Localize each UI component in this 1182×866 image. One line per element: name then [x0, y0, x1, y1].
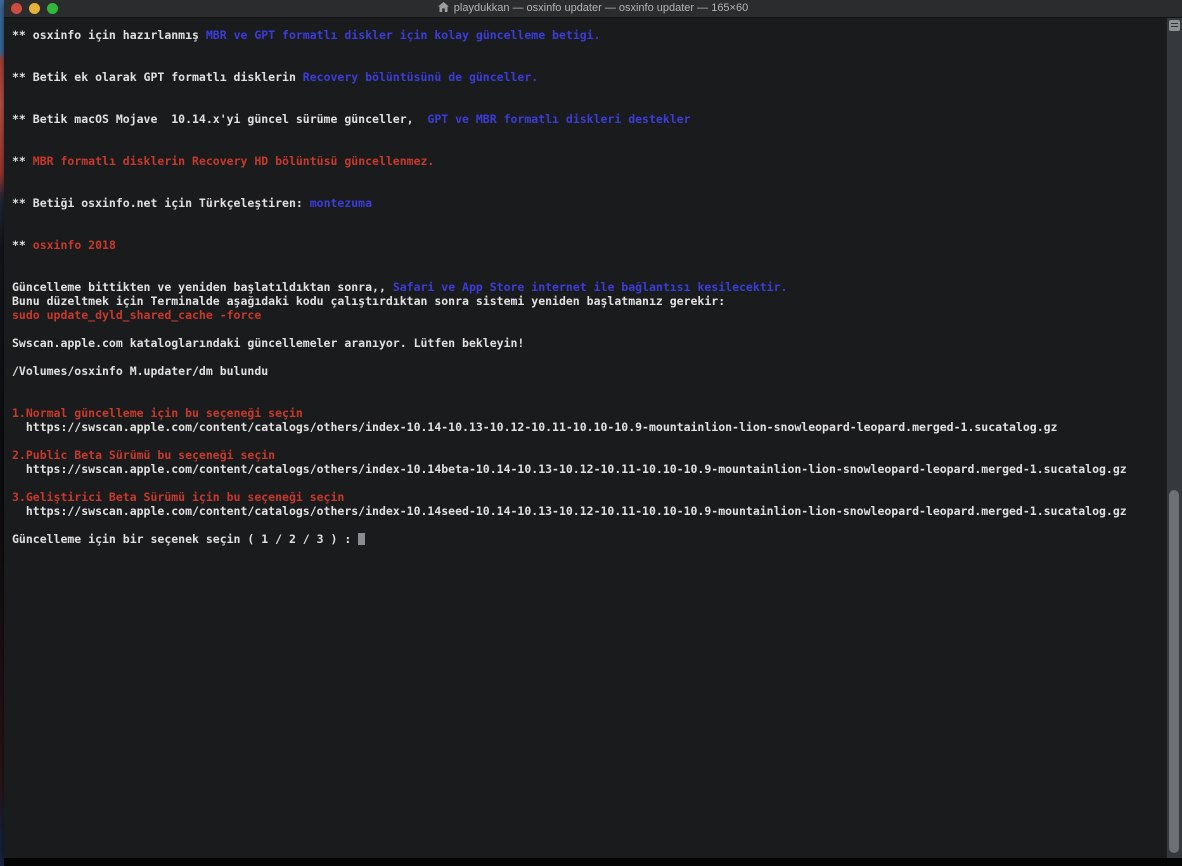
terminal-text-segment: Bunu düzeltmek için Terminalde aşağıdaki…	[12, 294, 725, 308]
terminal-text-segment: **	[12, 238, 33, 252]
terminal-row	[12, 126, 1167, 140]
window-controls	[11, 3, 58, 14]
terminal-row: ** MBR formatlı disklerin Recovery HD bö…	[12, 154, 1167, 168]
terminal-text-segment: sudo update_dyld_shared_cache -force	[12, 308, 261, 322]
terminal-row	[12, 140, 1167, 154]
terminal-row	[12, 266, 1167, 280]
terminal-row	[12, 98, 1167, 112]
terminal-row	[12, 210, 1167, 224]
terminal-row	[12, 56, 1167, 70]
title-bar[interactable]: playdukkan — osxinfo updater — osxinfo u…	[4, 0, 1182, 18]
terminal-row: ** Betik ek olarak GPT formatlı diskleri…	[12, 70, 1167, 84]
close-button[interactable]	[11, 3, 22, 14]
terminal-text-segment: ** Betiği osxinfo.net için Türkçeleştire…	[12, 196, 310, 210]
terminal-row: ** Betik macOS Mojave 10.14.x'yi güncel …	[12, 112, 1167, 126]
terminal-row: Bunu düzeltmek için Terminalde aşağıdaki…	[12, 294, 1167, 308]
terminal-row: /Volumes/osxinfo M.updater/dm bulundu	[12, 364, 1167, 378]
terminal-text-segment: Swscan.apple.com kataloglarındaki güncel…	[12, 336, 524, 350]
terminal-row	[12, 224, 1167, 238]
terminal-row: ** Betiği osxinfo.net için Türkçeleştire…	[12, 196, 1167, 210]
terminal-row: 1.Normal güncelleme için bu seçeneği seç…	[12, 406, 1167, 420]
terminal-row: ** osxinfo 2018	[12, 238, 1167, 252]
terminal-row: https://swscan.apple.com/content/catalog…	[12, 462, 1167, 476]
home-icon	[438, 1, 449, 17]
terminal-row: 3.Geliştirici Beta Sürümü için bu seçene…	[12, 490, 1167, 504]
terminal-output[interactable]: ** osxinfo için hazırlanmış MBR ve GPT f…	[4, 18, 1167, 858]
terminal-text-segment: https://swscan.apple.com/content/catalog…	[12, 462, 1127, 476]
zoom-button[interactable]	[47, 3, 58, 14]
terminal-row	[12, 392, 1167, 406]
terminal-text-segment: /Volumes/osxinfo M.updater/dm bulundu	[12, 364, 268, 378]
terminal-cursor	[358, 533, 365, 545]
terminal-text-segment: 3.Geliştirici Beta Sürümü için bu seçene…	[12, 490, 344, 504]
terminal-text-segment: https://swscan.apple.com/content/catalog…	[12, 420, 1057, 434]
terminal-row	[12, 252, 1167, 266]
terminal-text-segment: Safari ve App Store internet ile bağlant…	[393, 280, 788, 294]
terminal-text-segment: Güncelleme bittikten ve yeniden başlatıl…	[12, 280, 393, 294]
terminal-text-segment: ** Betik ek olarak GPT formatlı diskleri…	[12, 70, 303, 84]
terminal-row: ** osxinfo için hazırlanmış MBR ve GPT f…	[12, 28, 1167, 42]
terminal-row	[12, 434, 1167, 448]
terminal-text-segment: Güncelleme için bir seçenek seçin ( 1 / …	[12, 532, 358, 546]
terminal-text-segment: MBR formatlı disklerin Recovery HD bölün…	[33, 154, 435, 168]
scrollbar-track[interactable]	[1166, 18, 1182, 858]
terminal-text-segment: MBR ve GPT formatlı diskler için kolay g…	[206, 28, 601, 42]
terminal-row: sudo update_dyld_shared_cache -force	[12, 308, 1167, 322]
terminal-row: Swscan.apple.com kataloglarındaki güncel…	[12, 336, 1167, 350]
terminal-text-segment: **	[12, 154, 33, 168]
terminal-row	[12, 350, 1167, 364]
terminal-text-segment: https://swscan.apple.com/content/catalog…	[12, 504, 1127, 518]
terminal-row	[12, 378, 1167, 392]
terminal-row: 2.Public Beta Sürümü bu seçeneği seçin	[12, 448, 1167, 462]
terminal-row	[12, 518, 1167, 532]
scrollbar-thumb[interactable]	[1169, 490, 1179, 853]
terminal-text-segment: 1.Normal güncelleme için bu seçeneği seç…	[12, 406, 303, 420]
window-title: playdukkan — osxinfo updater — osxinfo u…	[64, 0, 1122, 17]
terminal-text-segment: ** Betik macOS Mojave 10.14.x'yi güncel …	[12, 112, 427, 126]
terminal-row	[12, 476, 1167, 490]
terminal-row	[12, 42, 1167, 56]
terminal-row	[12, 168, 1167, 182]
terminal-text-segment: 2.Public Beta Sürümü bu seçeneği seçin	[12, 448, 275, 462]
terminal-row: https://swscan.apple.com/content/catalog…	[12, 504, 1167, 518]
terminal-row: Güncelleme bittikten ve yeniden başlatıl…	[12, 280, 1167, 294]
minimize-button[interactable]	[29, 3, 40, 14]
split-pane-icon[interactable]	[1169, 20, 1180, 31]
terminal-text-segment: GPT ve MBR formatlı diskleri destekler	[427, 112, 690, 126]
terminal-row	[12, 84, 1167, 98]
terminal-text-segment: osxinfo 2018	[33, 238, 116, 252]
terminal-window: playdukkan — osxinfo updater — osxinfo u…	[4, 0, 1182, 858]
terminal-row: https://swscan.apple.com/content/catalog…	[12, 420, 1167, 434]
terminal-text-segment: Recovery bölüntüsünü de günceller.	[303, 70, 538, 84]
terminal-text-segment: ** osxinfo için hazırlanmış	[12, 28, 206, 42]
terminal-row: Güncelleme için bir seçenek seçin ( 1 / …	[12, 532, 1167, 546]
window-title-text: playdukkan — osxinfo updater — osxinfo u…	[454, 2, 748, 14]
terminal-row	[12, 322, 1167, 336]
terminal-row	[12, 182, 1167, 196]
terminal-text-segment: montezuma	[310, 196, 372, 210]
